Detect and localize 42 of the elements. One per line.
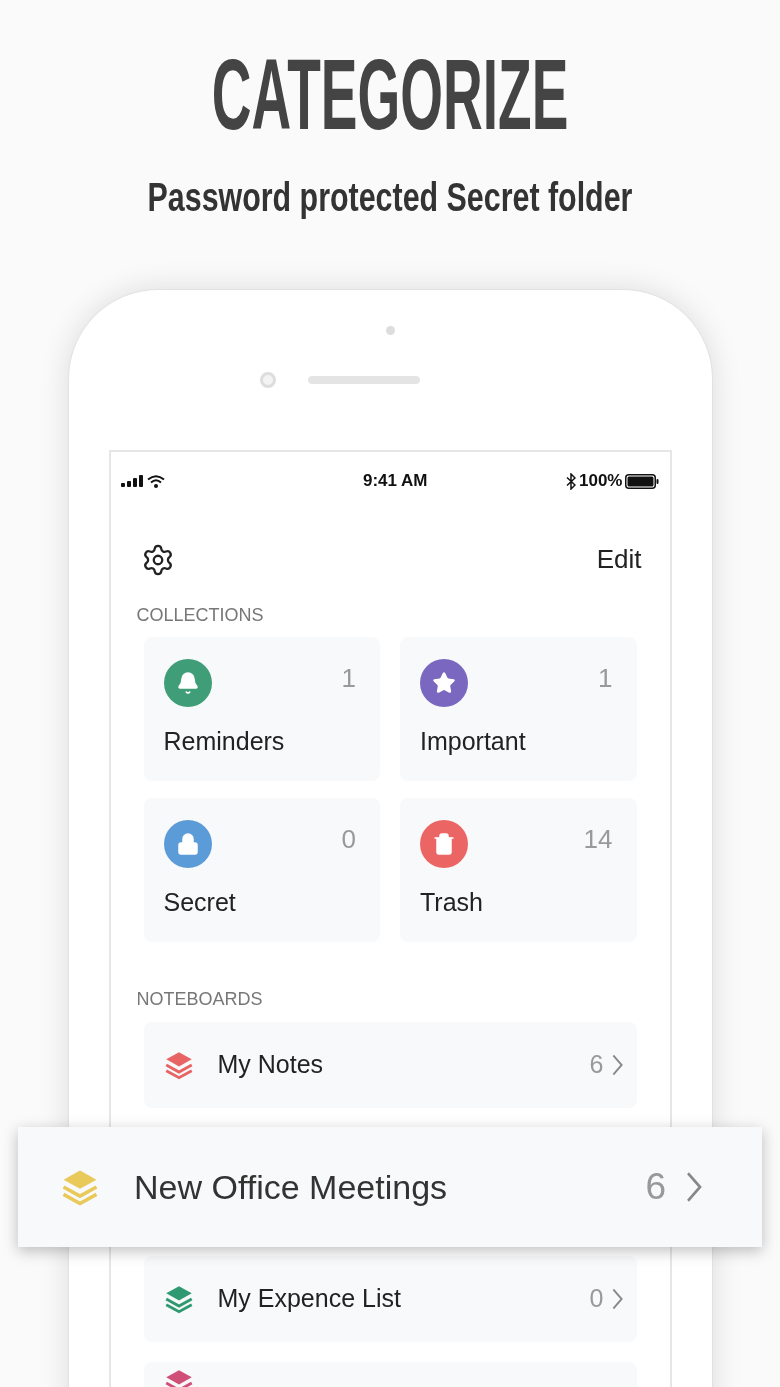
bell-icon [175,671,200,695]
collection-card[interactable]: 1 Reminders [143,637,380,781]
chevron-icon [611,1054,623,1076]
edit-button[interactable]: Edit [596,540,642,579]
noteboard-name: New Office Meetings [134,1166,449,1208]
collection-card[interactable]: 1 Important [400,637,637,781]
bluetooth-icon [566,472,576,490]
lifted-noteboard-row[interactable]: New Office Meetings 6 [18,1127,762,1247]
noteboard-count: 6 [645,1165,666,1210]
wifi-icon [146,474,165,488]
collection-name: Important [420,729,527,754]
collection-count: 1 [598,665,613,691]
noteboard-name: My Notes [217,1049,325,1081]
chevron-icon [611,1288,623,1310]
collection-card[interactable]: 0 Secret [143,798,380,942]
section-label: NOTEBOARDS [136,990,264,1008]
collection-count: 14 [583,826,613,852]
trash-icon [432,832,456,856]
collection-count: 0 [341,826,356,852]
star-icon [432,671,456,695]
noteboard-row[interactable]: My Expence List 0 [143,1256,637,1342]
noteboard-count: 0 [589,1283,604,1315]
signal-icon [120,475,143,487]
speaker-icon [308,376,420,384]
chevron-icon [686,1171,702,1203]
collection-name: Secret [163,890,237,915]
collection-name: Reminders [163,729,286,754]
collection-count: 1 [341,665,356,691]
section-label: COLLECTIONS [136,606,265,624]
sensor-icon [385,326,395,335]
noteboard-count: 6 [589,1049,604,1081]
battery-icon [625,473,660,489]
collection-card[interactable]: 14 Trash [400,798,637,942]
camera-icon [260,372,276,388]
battery-percentage: 100% [579,470,623,493]
headline: CATEGORIZE [211,44,569,144]
noteboard-name: My Expence List [217,1283,402,1315]
collection-name: Trash [420,890,484,915]
status-time: 9:41 AM [362,470,428,493]
noteboard-row[interactable]: My Notes 6 [143,1022,637,1108]
subtitle: Password protected Secret folder [147,177,633,217]
lock-icon [175,832,200,856]
